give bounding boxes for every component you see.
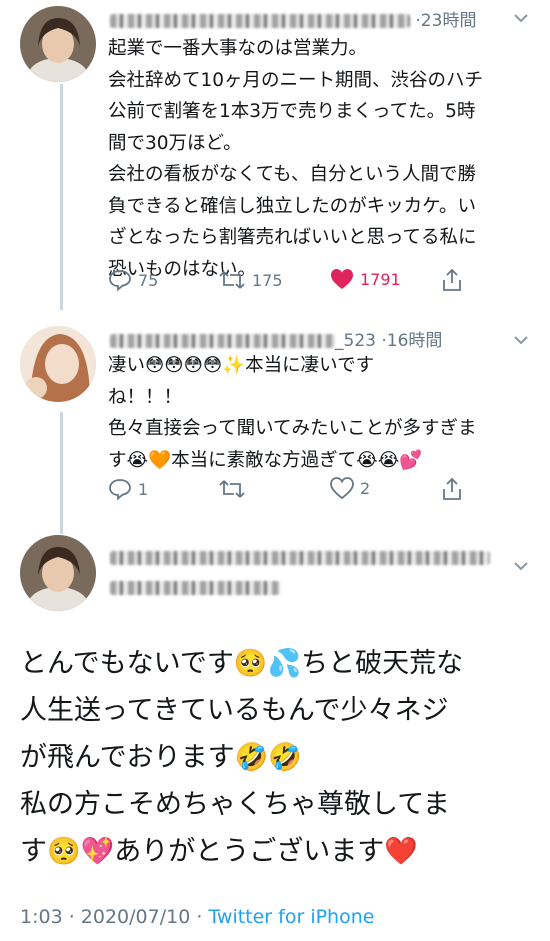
avatar[interactable] [20, 326, 96, 402]
reply-button[interactable]: 75 [108, 268, 158, 292]
thread-line-1 [60, 84, 63, 310]
avatar[interactable] [20, 6, 96, 82]
tweet-meta: 1:03 · 2020/07/10 · Twitter for iPhone [20, 906, 375, 928]
tweet-time: 1:03 [20, 906, 63, 928]
heart-icon [330, 477, 354, 499]
retweet-count: 175 [252, 270, 283, 290]
reply-icon [109, 479, 131, 501]
tweet-actions: 1 2 [108, 477, 528, 507]
tweet-handle [110, 578, 280, 598]
tweet-time[interactable]: ·16時間 [381, 331, 442, 351]
share-button[interactable] [441, 477, 463, 501]
reply-count: 1 [138, 479, 149, 499]
thread-line-2 [60, 412, 63, 534]
reply-button[interactable]: 1 [108, 477, 148, 501]
chevron-down-icon[interactable] [514, 330, 528, 349]
blurred-name [110, 551, 490, 565]
main-tweet-text: とんでもないです🥺💦ちと破天荒な 人生送ってきているもんで少々ネジ が飛んでおり… [20, 648, 464, 867]
blurred-name [110, 334, 335, 348]
tweet-source-link[interactable]: Twitter for iPhone [208, 906, 374, 928]
chevron-down-icon[interactable] [514, 8, 528, 27]
tweet-header: ·23時間 [110, 6, 476, 31]
heart-icon [331, 269, 353, 289]
share-icon [443, 477, 461, 500]
reply-count: 75 [138, 270, 159, 290]
blurred-handle [110, 581, 280, 595]
tweet-time[interactable]: ·23時間 [415, 11, 476, 31]
tweet-header [110, 548, 490, 568]
retweet-icon [219, 271, 245, 289]
share-button[interactable] [441, 268, 463, 292]
blurred-name [110, 14, 410, 28]
chevron-down-icon[interactable] [514, 556, 528, 575]
like-count: 2 [360, 478, 371, 498]
tweet-actions: 75 175 1791 [108, 268, 528, 298]
tweet-text: 起業で一番大事なのは営業力。 会社辞めて10ヶ月のニート期間、渋谷のハチ 公前で… [108, 38, 484, 280]
avatar-photo [20, 326, 96, 402]
tweet-text: 凄い😳😳😳😳✨本当に凄いです ね！！！ 色々直接会って聞いてみたいことが多すぎま… [108, 355, 477, 471]
like-count: 1791 [360, 269, 401, 289]
tweet-header: _523 ·16時間 [110, 326, 442, 351]
avatar[interactable] [20, 535, 96, 611]
retweet-button[interactable] [218, 477, 252, 501]
avatar-photo [20, 535, 96, 611]
avatar-photo [20, 6, 96, 82]
like-button[interactable]: 2 [330, 477, 370, 499]
reply-icon [109, 270, 131, 292]
share-icon [443, 268, 461, 291]
tweet-date: 2020/07/10 [80, 906, 191, 928]
handle-suffix: _523 [335, 331, 376, 351]
retweet-icon [219, 480, 245, 498]
retweet-button[interactable]: 175 [218, 268, 283, 292]
like-button[interactable]: 1791 [330, 268, 401, 290]
